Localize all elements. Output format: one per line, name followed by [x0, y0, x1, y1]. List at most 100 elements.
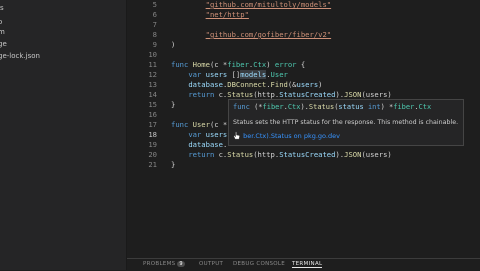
code-token: }: [171, 160, 176, 169]
code-token: (users): [361, 90, 392, 99]
code-token: StatusCreated: [279, 90, 336, 99]
code-token: fiber: [227, 60, 249, 69]
code-token: DBConnect: [227, 80, 267, 89]
signature-token: int: [367, 103, 381, 111]
code-line[interactable]: }: [171, 160, 175, 169]
signature-token: fiber: [393, 103, 415, 111]
code-line[interactable]: database.: [171, 140, 227, 149]
code-token: JSON: [344, 90, 362, 99]
problems-count-badge: 9: [177, 261, 185, 267]
pointer-hand-icon: [233, 131, 240, 140]
code-token: User: [192, 120, 210, 129]
explorer-item[interactable]: ls: [0, 4, 4, 15]
code-token: users: [296, 80, 319, 89]
code-line[interactable]: return c.Status(http.StatusCreated).JSON…: [171, 90, 392, 99]
code-token: database: [188, 80, 223, 89]
tab-problems[interactable]: PROBLEMS 9: [143, 261, 185, 267]
code-token: Find: [270, 80, 288, 89]
code-token: (http.: [253, 90, 280, 99]
code-token: (c *: [209, 60, 228, 69]
code-token: Status: [227, 90, 254, 99]
signature-token: fiber: [262, 103, 284, 111]
code-token: return: [188, 150, 215, 159]
hover-signature: func (*fiber.Ctx).Status(status int) *fi…: [233, 103, 431, 111]
line-number: 21: [148, 160, 157, 169]
code-token: .: [222, 140, 228, 149]
line-number: 18: [148, 130, 157, 139]
code-token: Ctx: [253, 60, 267, 69]
code-token: JSON: [344, 150, 362, 159]
line-number: 9: [152, 40, 157, 49]
tab-terminal[interactable]: TERMINAL: [292, 261, 323, 268]
code-token: (users): [361, 150, 392, 159]
line-number: 6: [152, 10, 157, 19]
explorer-item[interactable]: ge-lock.json: [0, 52, 40, 63]
code-line[interactable]: var users []models.User: [171, 70, 288, 79]
code-token: User: [270, 70, 288, 79]
code-token: database: [188, 140, 223, 149]
code-token: Home: [192, 60, 210, 69]
line-number: 16: [148, 110, 157, 119]
tab-problems-label[interactable]: PROBLEMS: [143, 261, 175, 267]
code-token: c.: [214, 150, 228, 159]
code-line[interactable]: }: [171, 100, 175, 109]
line-number: 15: [148, 100, 157, 109]
code-token: error: [274, 60, 297, 69]
code-line[interactable]: "net/http": [171, 10, 249, 19]
line-number: 11: [148, 60, 157, 69]
signature-token: func: [233, 103, 250, 111]
explorer-item[interactable]: ge: [0, 40, 7, 51]
code-token: func: [171, 60, 193, 69]
code-token: ): [266, 60, 275, 69]
line-number: 10: [148, 50, 157, 59]
code-line[interactable]: database.DBConnect.Find(&users): [171, 80, 322, 89]
code-token: {: [296, 60, 306, 69]
hover-tooltip: func (*fiber.Ctx).Status(status int) *fi…: [228, 99, 464, 146]
file-explorer: o ls m ge ge-lock.json: [0, 0, 127, 270]
code-line[interactable]: func User(c *: [171, 120, 227, 129]
code-token: []: [227, 70, 241, 79]
code-line[interactable]: var users: [171, 130, 227, 139]
code-line[interactable]: "github.com/gofiber/fiber/v2": [171, 30, 332, 39]
code-line[interactable]: return c.Status(http.StatusCreated).JSON…: [171, 150, 392, 159]
code-token: users: [205, 70, 228, 79]
code-token: StatusCreated: [279, 150, 336, 159]
line-number: 12: [148, 70, 157, 79]
hover-description: Status sets the HTTP status for the resp…: [233, 119, 459, 126]
bottom-panel-tabs: PROBLEMS 9 OUTPUT DEBUG CONSOLE TERMINAL: [127, 258, 480, 271]
code-token: var: [188, 130, 202, 139]
explorer-item[interactable]: m: [0, 28, 5, 39]
code-token: (c *: [209, 120, 228, 129]
signature-token: Status: [308, 103, 335, 111]
code-token: "github.com/gofiber/fiber/v2": [205, 30, 332, 39]
code-line[interactable]: func Home(c *fiber.Ctx) error {: [171, 60, 305, 69]
signature-token: Ctx: [418, 103, 432, 111]
code-token: "github.com/mitultoly/models": [205, 0, 332, 9]
tab-output[interactable]: OUTPUT: [199, 261, 223, 267]
code-token: c.: [214, 90, 228, 99]
line-number: 7: [152, 20, 157, 29]
signature-token: ) *: [380, 103, 394, 111]
code-line[interactable]: ): [171, 40, 175, 49]
line-number: 20: [148, 150, 157, 159]
hover-link-text[interactable]: ber.Ctx).Status on pkg.go.dev: [243, 132, 340, 140]
tab-debug-console[interactable]: DEBUG CONSOLE: [233, 261, 285, 267]
line-number: 19: [148, 140, 157, 149]
hover-doc-link[interactable]: ber.Ctx).Status on pkg.go.dev: [232, 131, 340, 140]
line-number: 14: [148, 90, 157, 99]
signature-token: (*: [249, 103, 263, 111]
code-line[interactable]: "github.com/mitultoly/models": [171, 0, 332, 9]
code-token: models: [240, 70, 267, 79]
code-token: (&: [287, 80, 297, 89]
code-token: (http.: [253, 150, 280, 159]
code-token: Status: [227, 150, 254, 159]
line-number: 5: [152, 0, 157, 9]
